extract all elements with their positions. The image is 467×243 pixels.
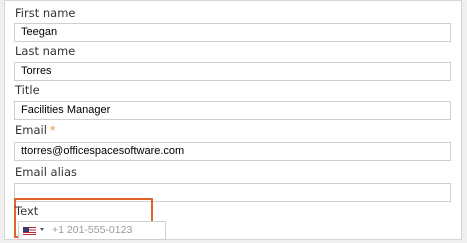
contact-form-panel: First name Teegan Last name Torres Title… xyxy=(4,0,462,240)
text-label: Text xyxy=(15,204,39,218)
first-name-label: First name xyxy=(15,6,76,20)
last-name-label: Last name xyxy=(15,44,76,58)
title-label: Title xyxy=(15,83,40,97)
email-alias-label: Email alias xyxy=(15,165,78,179)
chevron-down-icon[interactable] xyxy=(40,228,44,231)
us-flag-icon[interactable] xyxy=(23,227,36,235)
email-label: Email xyxy=(15,123,47,137)
required-indicator: * xyxy=(49,123,56,137)
text-phone-field: +1 201-555-0123 xyxy=(18,221,166,240)
first-name-field[interactable]: Teegan xyxy=(14,23,451,42)
email-label-row: Email * xyxy=(15,123,56,137)
phone-number-input[interactable]: +1 201-555-0123 xyxy=(52,222,132,239)
email-field[interactable]: ttorres@officespacesoftware.com xyxy=(14,142,451,161)
last-name-field[interactable]: Torres xyxy=(14,62,451,81)
title-field[interactable]: Facilities Manager xyxy=(14,101,451,120)
